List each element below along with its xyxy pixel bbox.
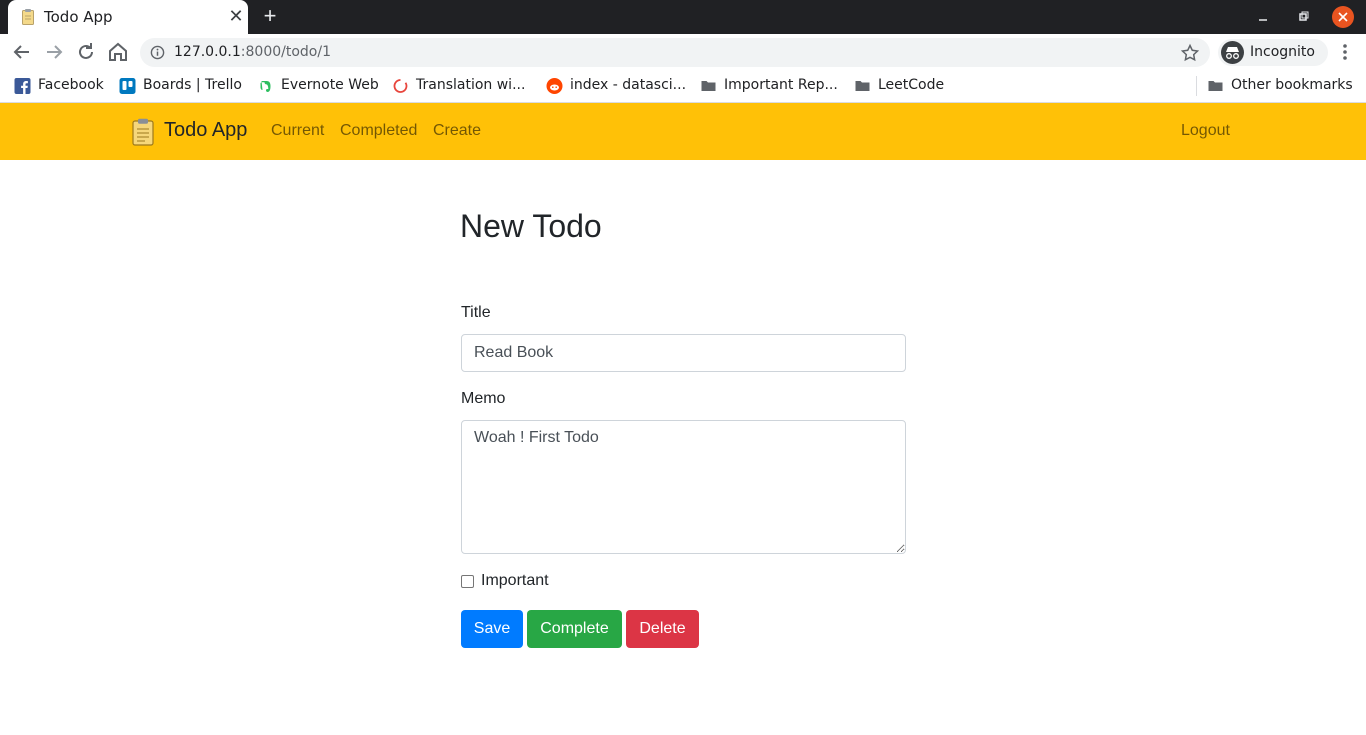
facebook-icon — [14, 78, 31, 94]
window-close-icon[interactable] — [1332, 6, 1354, 28]
incognito-badge[interactable]: Incognito — [1218, 39, 1328, 66]
memo-label: Memo — [461, 390, 506, 407]
tab-close-icon[interactable]: ✕ — [226, 6, 246, 26]
folder-icon — [1208, 81, 1223, 91]
folder-icon — [855, 81, 870, 91]
title-input[interactable] — [461, 334, 906, 372]
important-checkbox[interactable] — [461, 575, 474, 588]
browser-menu-icon[interactable] — [1336, 40, 1354, 64]
complete-button[interactable]: Complete — [527, 610, 622, 648]
brand-title[interactable]: Todo App — [164, 119, 247, 142]
nav-link-completed[interactable]: Completed — [340, 122, 417, 140]
incognito-label: Incognito — [1250, 44, 1315, 60]
evernote-icon — [260, 81, 271, 92]
clipboard-favicon-icon — [22, 9, 34, 25]
delete-button[interactable]: Delete — [626, 610, 699, 648]
url-text: 127.0.0.1:8000/todo/1 — [174, 44, 331, 60]
logout-link[interactable]: Logout — [1181, 122, 1230, 140]
browser-toolbar: 127.0.0.1:8000/todo/1 Incognito — [0, 34, 1366, 70]
info-icon[interactable] — [150, 45, 165, 60]
browser-tab[interactable]: Todo App ✕ — [8, 0, 248, 34]
tab-title: Todo App — [44, 8, 113, 26]
translation-icon — [393, 79, 408, 93]
important-label[interactable]: Important — [481, 572, 549, 590]
new-tab-icon[interactable]: + — [258, 4, 282, 28]
clipboard-icon — [132, 118, 154, 146]
home-icon[interactable] — [106, 40, 130, 64]
folder-icon — [701, 81, 716, 91]
title-label: Title — [461, 304, 491, 321]
bookmarks-bar: Facebook Boards | Trello Evernote Web Tr… — [0, 70, 1366, 103]
address-bar[interactable]: 127.0.0.1:8000/todo/1 — [140, 38, 1210, 67]
bookmarks-divider — [1196, 76, 1197, 96]
browser-tab-strip: Todo App ✕ + — [0, 0, 1366, 34]
app-navbar: Todo App Current Completed Create Logout — [0, 103, 1366, 160]
minimize-icon[interactable] — [1254, 8, 1272, 26]
reddit-icon — [546, 78, 563, 94]
trello-icon — [119, 78, 136, 94]
nav-link-current[interactable]: Current — [271, 122, 324, 140]
bookmark-star-icon[interactable] — [1180, 43, 1200, 63]
forward-icon[interactable] — [42, 40, 66, 64]
incognito-icon — [1221, 41, 1244, 64]
back-icon[interactable] — [10, 40, 34, 64]
save-button[interactable]: Save — [461, 610, 523, 648]
reload-icon[interactable] — [74, 40, 98, 64]
nav-link-create[interactable]: Create — [433, 122, 481, 140]
memo-textarea[interactable]: Woah ! First Todo — [461, 420, 906, 554]
maximize-icon[interactable] — [1294, 8, 1312, 26]
page-title: New Todo — [460, 208, 602, 244]
